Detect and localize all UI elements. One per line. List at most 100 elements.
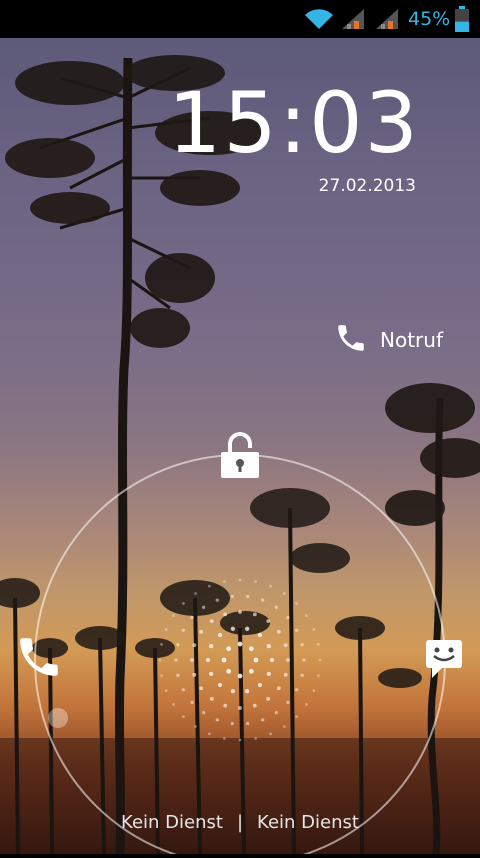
ring-dot bbox=[238, 706, 242, 710]
ring-dot bbox=[283, 643, 288, 648]
ring-dot bbox=[221, 657, 227, 663]
ring-dot bbox=[295, 628, 299, 632]
ring-dot bbox=[257, 632, 263, 638]
ring-dot bbox=[176, 643, 180, 647]
ring-dot bbox=[248, 646, 254, 652]
ring-dot bbox=[246, 721, 250, 726]
carrier-separator: | bbox=[236, 812, 244, 833]
ring-dot bbox=[207, 584, 211, 588]
ring-dot bbox=[269, 584, 273, 588]
unlock-ring-dots bbox=[158, 578, 322, 742]
ring-dot bbox=[283, 725, 286, 728]
ring-dot bbox=[312, 627, 316, 631]
ring-dot bbox=[300, 673, 304, 677]
ring-dot bbox=[223, 612, 228, 617]
ring-dot bbox=[257, 682, 263, 688]
ring-dot bbox=[237, 641, 243, 647]
ring-dot bbox=[160, 642, 163, 646]
ring-dot bbox=[182, 602, 185, 605]
ring-dot bbox=[244, 626, 250, 631]
ring-dot bbox=[276, 629, 281, 634]
ring-dot bbox=[295, 602, 298, 605]
ring-dot bbox=[209, 643, 214, 649]
ring-dot bbox=[283, 672, 288, 677]
ring-dot bbox=[217, 632, 223, 638]
ring-dot bbox=[182, 715, 185, 718]
unlock-ring-circle bbox=[34, 454, 446, 854]
ring-dot bbox=[274, 605, 279, 609]
ring-dot bbox=[181, 688, 185, 692]
ring-dot bbox=[254, 737, 258, 740]
ring-dot bbox=[207, 732, 211, 736]
ring-dot bbox=[174, 658, 178, 662]
ring-dot bbox=[201, 711, 206, 715]
ring-dot bbox=[283, 592, 286, 595]
ring-dot bbox=[305, 703, 308, 706]
ring-dot bbox=[252, 703, 257, 708]
ring-dot bbox=[226, 668, 232, 674]
ring-dot bbox=[266, 671, 271, 677]
ring-dot bbox=[252, 612, 257, 617]
carrier-2-label: Kein Dienst bbox=[257, 812, 359, 833]
message-icon[interactable] bbox=[424, 638, 464, 686]
ring-dot bbox=[266, 643, 271, 649]
ring-dot bbox=[209, 696, 214, 701]
ring-dot bbox=[222, 580, 226, 583]
ring-dot bbox=[266, 696, 271, 701]
ring-dot bbox=[254, 580, 258, 583]
ring-dot bbox=[312, 689, 316, 693]
ring-dot bbox=[286, 615, 290, 620]
ring-dot bbox=[194, 592, 197, 595]
ring-dot bbox=[192, 672, 197, 677]
unlock-ring[interactable] bbox=[0, 0, 480, 854]
ring-dot bbox=[295, 688, 299, 692]
ring-dot bbox=[253, 657, 259, 663]
ring-dot bbox=[237, 673, 243, 679]
ring-dot bbox=[269, 732, 273, 736]
ring-dot bbox=[244, 689, 250, 694]
ring-dot bbox=[190, 700, 194, 705]
ring-dot bbox=[300, 643, 304, 647]
ring-dot bbox=[230, 626, 236, 631]
ring-dot bbox=[238, 610, 242, 614]
ring-dot bbox=[261, 598, 265, 602]
ring-dot bbox=[209, 619, 214, 624]
ring-dot bbox=[238, 738, 242, 742]
ring-dot bbox=[190, 615, 194, 620]
ring-dot bbox=[238, 578, 242, 582]
ring-dot bbox=[201, 605, 206, 609]
ring-dot bbox=[172, 703, 175, 706]
ring-dot bbox=[222, 737, 226, 740]
ring-dot bbox=[230, 721, 234, 726]
ring-dot bbox=[160, 674, 163, 678]
unlock-icon[interactable] bbox=[218, 430, 262, 486]
ring-dot bbox=[158, 658, 162, 662]
ring-dot bbox=[230, 689, 236, 694]
ring-dot bbox=[190, 658, 194, 662]
ring-dot bbox=[164, 689, 168, 693]
ring-dot bbox=[172, 614, 175, 617]
ring-dot bbox=[286, 658, 290, 662]
ring-dot bbox=[276, 686, 281, 691]
phone-icon[interactable] bbox=[14, 632, 64, 686]
ring-dot bbox=[199, 629, 204, 634]
carrier-status: Kein Dienst | Kein Dienst bbox=[0, 812, 480, 833]
ring-dot bbox=[181, 628, 185, 632]
ring-dot bbox=[194, 725, 197, 728]
ring-dot bbox=[274, 711, 279, 715]
ring-dot bbox=[302, 658, 306, 662]
ring-dot bbox=[261, 718, 265, 722]
ring-dot bbox=[223, 703, 228, 708]
ring-dot bbox=[317, 674, 320, 678]
ring-dot bbox=[164, 627, 168, 631]
ring-dot bbox=[248, 668, 254, 674]
ring-dot bbox=[269, 657, 275, 663]
ring-dot bbox=[176, 673, 180, 677]
ring-dot bbox=[295, 715, 298, 718]
ring-dot bbox=[217, 682, 223, 688]
ring-dot bbox=[230, 594, 234, 599]
ring-dot bbox=[192, 643, 197, 648]
carrier-1-label: Kein Dienst bbox=[121, 812, 223, 833]
ring-dot bbox=[318, 658, 322, 662]
ring-dot bbox=[266, 619, 271, 624]
